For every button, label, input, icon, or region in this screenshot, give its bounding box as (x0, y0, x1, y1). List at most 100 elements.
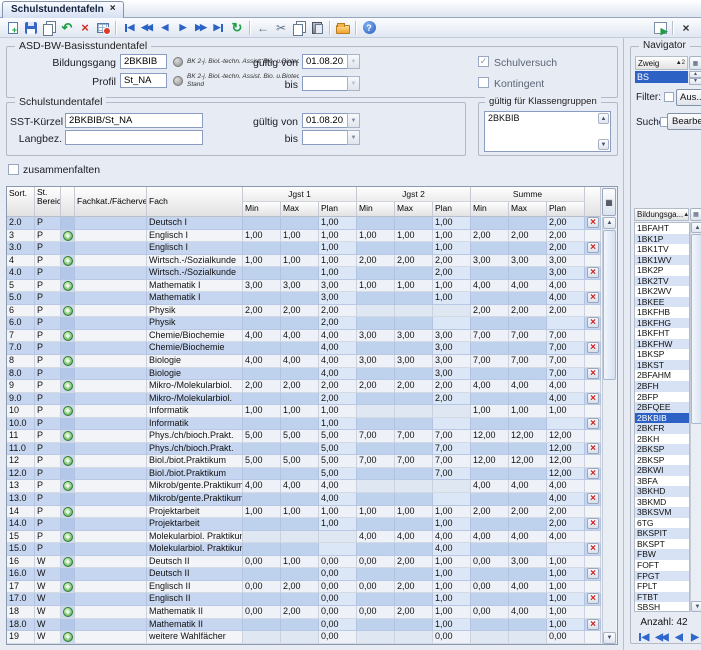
cell-value[interactable] (281, 531, 319, 544)
cell-st-bereich[interactable]: P (35, 393, 61, 406)
cell-st-bereich[interactable]: W (35, 556, 61, 569)
cell-st-bereich[interactable]: P (35, 217, 61, 230)
cell-sort[interactable]: 15 (7, 531, 35, 544)
cell-value[interactable] (395, 305, 433, 318)
cell-value[interactable] (243, 267, 281, 280)
add-row-icon[interactable]: + (63, 507, 73, 517)
scroll-up-button[interactable]: ▲ (598, 113, 609, 124)
cell-value[interactable]: 4,00 (509, 380, 547, 393)
add-row-icon[interactable]: + (63, 557, 73, 567)
cell-value[interactable]: 2,00 (547, 518, 585, 531)
cell-value[interactable]: 0,00 (319, 581, 357, 594)
cell-actions[interactable]: × (585, 619, 601, 632)
cell-value[interactable]: 1,00 (243, 230, 281, 243)
cell-value[interactable] (281, 393, 319, 406)
bildungsgang-item[interactable]: 1BK2P (635, 265, 689, 276)
column-header-plan[interactable]: Plan (547, 202, 585, 217)
nav-fast-back-button[interactable]: ◀◀ (653, 630, 669, 644)
cell-value[interactable] (395, 317, 433, 330)
delete-row-button[interactable]: × (587, 342, 599, 353)
table-row[interactable]: 16W+Deutsch II0,001,000,000,002,001,000,… (7, 556, 601, 569)
cell-icon[interactable]: + (61, 305, 75, 318)
cell-value[interactable]: 2,00 (547, 230, 585, 243)
cell-fachkat[interactable] (75, 418, 147, 431)
column-header-plan[interactable]: Plan (433, 202, 471, 217)
cell-value[interactable]: 4,00 (509, 280, 547, 293)
back-button[interactable]: ← (254, 19, 272, 36)
cell-value[interactable] (357, 305, 395, 318)
cell-value[interactable] (395, 619, 433, 632)
cell-value[interactable] (509, 593, 547, 606)
bildungsgang-item[interactable]: FOFT (635, 560, 689, 571)
cell-value[interactable]: 4,00 (281, 355, 319, 368)
cell-icon[interactable] (61, 317, 75, 330)
table-row[interactable]: 2.0PDeutsch I1,001,002,00× (7, 217, 601, 230)
cell-st-bereich[interactable]: P (35, 230, 61, 243)
cell-value[interactable] (357, 493, 395, 506)
cell-value[interactable] (395, 518, 433, 531)
table-row[interactable]: 18.0WMathematik II0,001,001,00× (7, 619, 601, 632)
cell-st-bereich[interactable]: P (35, 368, 61, 381)
cell-sort[interactable]: 5.0 (7, 292, 35, 305)
cell-sort[interactable]: 17.0 (7, 593, 35, 606)
cell-value[interactable]: 1,00 (319, 506, 357, 519)
fast-forward-button[interactable]: ▶▶ (192, 19, 210, 36)
delete-row-button[interactable]: × (587, 518, 599, 529)
cell-fach[interactable]: Mathematik I (147, 292, 243, 305)
table-row[interactable]: 6.0PPhysik2,00× (7, 317, 601, 330)
bildungsgang-item[interactable]: SBSH (635, 602, 689, 612)
table-row[interactable]: 7.0PChemie/Biochemie4,003,007,00× (7, 342, 601, 355)
cell-st-bereich[interactable]: W (35, 631, 61, 644)
cell-icon[interactable]: + (61, 631, 75, 644)
cell-value[interactable]: 5,00 (281, 430, 319, 443)
cell-value[interactable]: 1,00 (281, 255, 319, 268)
bildungsgang-item[interactable]: 1BKST (635, 360, 689, 371)
delete-row-button[interactable]: × (587, 468, 599, 479)
cell-value[interactable]: 7,00 (395, 455, 433, 468)
cell-value[interactable]: 1,00 (433, 230, 471, 243)
bildungsgang-item[interactable]: 3BFA (635, 476, 689, 487)
cell-value[interactable]: 3,00 (433, 342, 471, 355)
cell-fachkat[interactable] (75, 531, 147, 544)
cell-value[interactable] (471, 568, 509, 581)
cell-value[interactable]: 0,00 (357, 581, 395, 594)
cell-actions[interactable]: × (585, 593, 601, 606)
cell-value[interactable]: 2,00 (471, 506, 509, 519)
cell-value[interactable]: 2,00 (395, 581, 433, 594)
cell-value[interactable]: 4,00 (471, 380, 509, 393)
gueltig-von-dropdown[interactable]: ▼ (347, 54, 360, 69)
cell-value[interactable] (433, 480, 471, 493)
add-row-icon[interactable]: + (63, 532, 73, 542)
cell-fach[interactable]: Mikro-/Molekularbiol. (147, 380, 243, 393)
table-row[interactable]: 15.0PMolekularbiol. Praktikum4,00× (7, 543, 601, 556)
zusammenfalten-checkbox[interactable] (8, 164, 19, 175)
cell-st-bereich[interactable]: W (35, 619, 61, 632)
cell-value[interactable]: 0,00 (547, 631, 585, 644)
cell-value[interactable]: 3,00 (319, 280, 357, 293)
cell-icon[interactable] (61, 543, 75, 556)
cell-value[interactable]: 12,00 (471, 430, 509, 443)
cell-value[interactable]: 1,00 (243, 405, 281, 418)
cell-fach[interactable]: Deutsch II (147, 556, 243, 569)
cell-value[interactable]: 2,00 (395, 606, 433, 619)
cell-sort[interactable]: 19 (7, 631, 35, 644)
cell-fach[interactable]: Englisch I (147, 230, 243, 243)
cell-value[interactable] (471, 418, 509, 431)
cell-value[interactable] (471, 393, 509, 406)
cell-value[interactable] (357, 468, 395, 481)
cell-sort[interactable]: 7 (7, 330, 35, 343)
cell-value[interactable] (509, 631, 547, 644)
cell-st-bereich[interactable]: P (35, 355, 61, 368)
bildungsgang-item[interactable]: 1BK1TV (635, 244, 689, 255)
cell-fach[interactable]: Projektarbeit (147, 506, 243, 519)
cell-sort[interactable]: 5 (7, 280, 35, 293)
add-row-icon[interactable]: + (63, 481, 73, 491)
cell-value[interactable] (471, 317, 509, 330)
cell-fachkat[interactable] (75, 393, 147, 406)
cell-icon[interactable] (61, 468, 75, 481)
cell-value[interactable]: 4,00 (319, 493, 357, 506)
cell-value[interactable]: 0,00 (433, 631, 471, 644)
help-button[interactable]: ? (360, 19, 378, 36)
table-row[interactable]: 9P+Mikro-/Molekularbiol.2,002,002,002,00… (7, 380, 601, 393)
table-row[interactable]: 13P+Mikrob/gente.Praktikum4,004,004,004,… (7, 480, 601, 493)
